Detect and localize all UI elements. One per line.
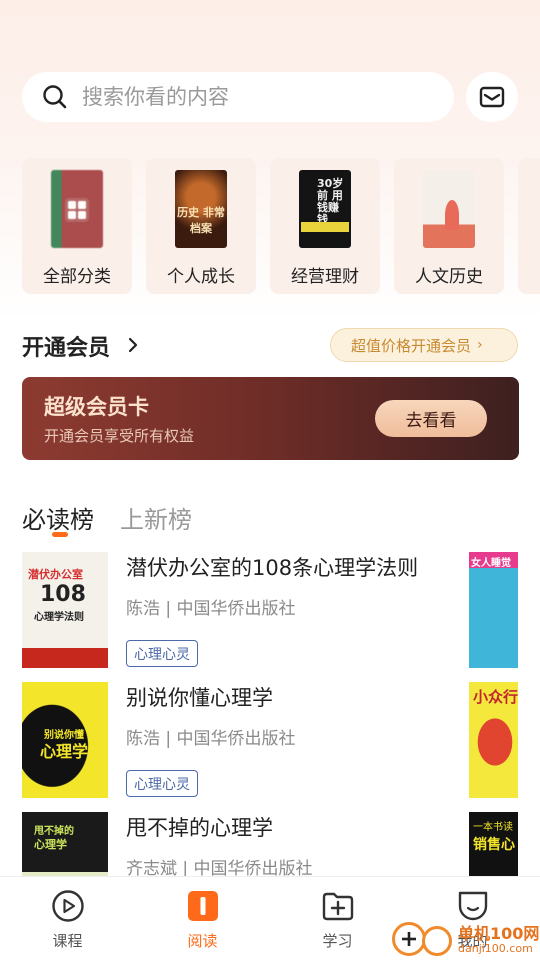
cover-text: 甩不掉的 (34, 826, 74, 837)
add-folder-icon (322, 892, 354, 921)
cover-text: 一本书读 (473, 822, 513, 833)
cover-text: 潜伏办公室 (28, 568, 83, 581)
cover-text: 小众行 心 (473, 688, 518, 706)
vip-card-title: 超级会员卡 (44, 395, 149, 419)
category-finance[interactable]: 30岁前 用钱赚钱 经营理财 (270, 158, 380, 294)
cover-band (22, 648, 108, 668)
book-cover: 潜伏办公室 108 心理学法则 (22, 552, 108, 668)
cover-flower (445, 200, 459, 230)
book-title: 别说你懂心理学 (126, 686, 273, 710)
cover-text: 108 (40, 582, 86, 607)
category-cover: 历史 非常档案 (175, 170, 227, 248)
category-humanities-history[interactable]: 人文历史 (394, 158, 504, 294)
category-label: 全部分类 (43, 267, 111, 287)
cover-text: 销售心 (473, 837, 515, 853)
side-book-cover[interactable]: 小众行 心 (469, 682, 518, 798)
book-list-item[interactable]: 别说你懂 心理学 别说你懂心理学 陈浩 | 中国华侨出版社 心理心灵 小众行 心 (22, 682, 518, 798)
site-watermark-logo: 单机100网 danji100.com (392, 918, 540, 960)
category-cover: 30岁前 用钱赚钱 (299, 170, 351, 248)
cover-text: 心理学法则 (34, 612, 84, 623)
cover-illustration (473, 712, 517, 772)
watermark-plus-icon (392, 922, 426, 956)
tab-new-arrivals[interactable]: 上新榜 (120, 500, 192, 535)
cover-text: 历史 非常档案 (177, 206, 225, 235)
nav-label: 课程 (52, 932, 83, 950)
category-label: 个人成长 (167, 267, 235, 287)
cover-text: 心理学 (34, 838, 67, 851)
membership-promo-button[interactable]: 超值价格开通会员 › (330, 328, 518, 362)
category-personal-growth[interactable]: 历史 非常档案 个人成长 (146, 158, 256, 294)
book-author-publisher: 陈浩 | 中国华侨出版社 (126, 599, 296, 619)
nav-item-courses[interactable]: 课程 (0, 877, 135, 960)
message-button[interactable] (466, 72, 518, 122)
watermark-url: danji100.com (458, 942, 533, 955)
active-tab-indicator (52, 532, 68, 537)
cover-text: 女人睡觉 (471, 558, 511, 569)
book-title: 甩不掉的心理学 (126, 816, 273, 840)
category-all[interactable]: 全部分类 (22, 158, 132, 294)
cover-text: 30岁前 用钱赚钱 (317, 177, 344, 226)
book-title: 潜伏办公室的108条心理学法则 (126, 556, 419, 580)
book-list-item[interactable]: 潜伏办公室 108 心理学法则 潜伏办公室的108条心理学法则 陈浩 | 中国华… (22, 552, 518, 668)
nav-item-study[interactable]: 学习 (270, 877, 405, 960)
mail-icon (479, 86, 505, 108)
category-next-partial[interactable] (518, 158, 540, 294)
grid-icon (65, 198, 89, 222)
watermark-text: 单机100网 (458, 924, 540, 943)
chevron-right-icon[interactable] (126, 336, 140, 354)
search-icon (43, 85, 67, 109)
super-vip-card[interactable]: 超级会员卡 开通会员享受所有权益 去看看 (22, 377, 519, 460)
category-label: 人文历史 (415, 267, 483, 287)
vip-view-button[interactable]: 去看看 (375, 400, 487, 437)
category-cover (423, 170, 475, 248)
book-tag[interactable]: 心理心灵 (126, 770, 198, 797)
book-author-publisher: 陈浩 | 中国华侨出版社 (126, 729, 296, 749)
nav-label: 学习 (322, 932, 353, 950)
membership-title[interactable]: 开通会员 (22, 330, 110, 362)
chevron-right-icon: › (477, 337, 483, 353)
category-cover (51, 170, 103, 248)
cover-band (301, 222, 349, 232)
search-input[interactable] (82, 85, 422, 109)
vip-card-subtitle: 开通会员享受所有权益 (44, 427, 195, 445)
book-cover: 别说你懂 心理学 (22, 682, 108, 798)
watermark-circle-icon (422, 926, 452, 956)
book-tag[interactable]: 心理心灵 (126, 640, 198, 667)
play-circle-icon (52, 890, 84, 922)
category-label: 经营理财 (291, 267, 359, 287)
promo-label: 超值价格开通会员 (351, 336, 472, 355)
cover-text: 心理学 (40, 742, 89, 761)
nav-item-reading[interactable]: 阅读 (135, 877, 270, 960)
book-reading-icon (188, 891, 218, 921)
search-bar[interactable] (22, 72, 454, 122)
nav-label: 阅读 (187, 932, 218, 950)
category-row: 全部分类 历史 非常档案 个人成长 30岁前 用钱赚钱 经营理财 人文历史 (22, 158, 540, 294)
side-book-cover[interactable]: 女人睡觉 (469, 552, 518, 668)
tab-must-read[interactable]: 必读榜 (22, 500, 94, 535)
